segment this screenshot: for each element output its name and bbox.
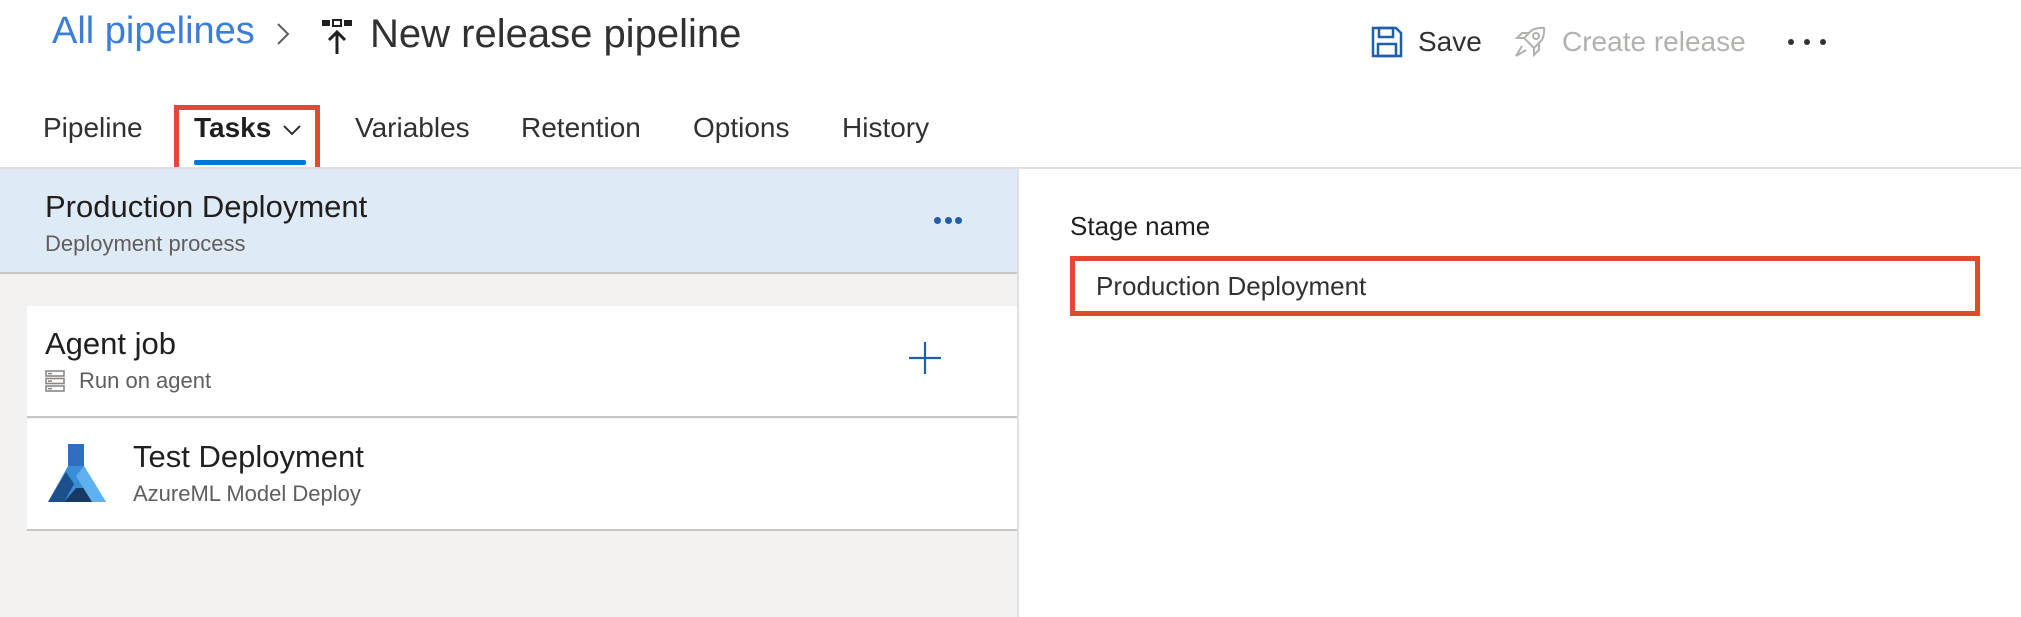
release-pipeline-icon [322, 19, 352, 54]
more-actions-icon[interactable] [1782, 22, 1832, 62]
stage-name-input[interactable] [1070, 256, 1980, 316]
save-icon [1371, 26, 1403, 58]
task-item[interactable]: Test Deployment AzureML Model Deploy [27, 419, 1017, 531]
task-subtitle: AzureML Model Deploy [133, 481, 361, 506]
save-label: Save [1418, 26, 1482, 57]
stage-more-icon[interactable] [934, 217, 962, 225]
create-release-button[interactable]: Create release [1512, 22, 1746, 62]
header-bar: All pipelines New release pipeline Save … [0, 0, 2021, 80]
breadcrumb-all-pipelines[interactable]: All pipelines [52, 10, 255, 53]
create-release-label: Create release [1562, 26, 1746, 57]
server-icon [45, 370, 65, 392]
tab-options[interactable]: Options [693, 112, 790, 144]
rocket-icon [1514, 26, 1546, 58]
tab-history[interactable]: History [842, 112, 929, 144]
stage-tasks-panel: Production Deployment Deployment process… [0, 169, 1017, 617]
azureml-icon [48, 444, 106, 502]
tab-variables[interactable]: Variables [355, 112, 470, 144]
task-title: Test Deployment [133, 439, 364, 474]
agent-job-item[interactable]: Agent job Run on agent [27, 306, 1017, 418]
tab-pipeline[interactable]: Pipeline [43, 112, 143, 144]
tasks-tab-highlight [174, 105, 320, 173]
stage-title: Production Deployment [45, 189, 368, 224]
page-title: New release pipeline [370, 12, 742, 56]
stage-properties-panel: Stage name [1019, 169, 2021, 617]
chevron-right-icon [277, 23, 290, 45]
save-button[interactable]: Save [1370, 22, 1482, 62]
add-task-icon[interactable] [907, 340, 943, 376]
agent-job-title: Agent job [45, 326, 176, 361]
stage-subtitle: Deployment process [45, 231, 246, 256]
agent-job-subtitle: Run on agent [79, 368, 212, 393]
stage-name-label: Stage name [1070, 211, 1211, 241]
tab-retention[interactable]: Retention [521, 112, 641, 144]
stage-item[interactable]: Production Deployment Deployment process [0, 169, 1017, 274]
